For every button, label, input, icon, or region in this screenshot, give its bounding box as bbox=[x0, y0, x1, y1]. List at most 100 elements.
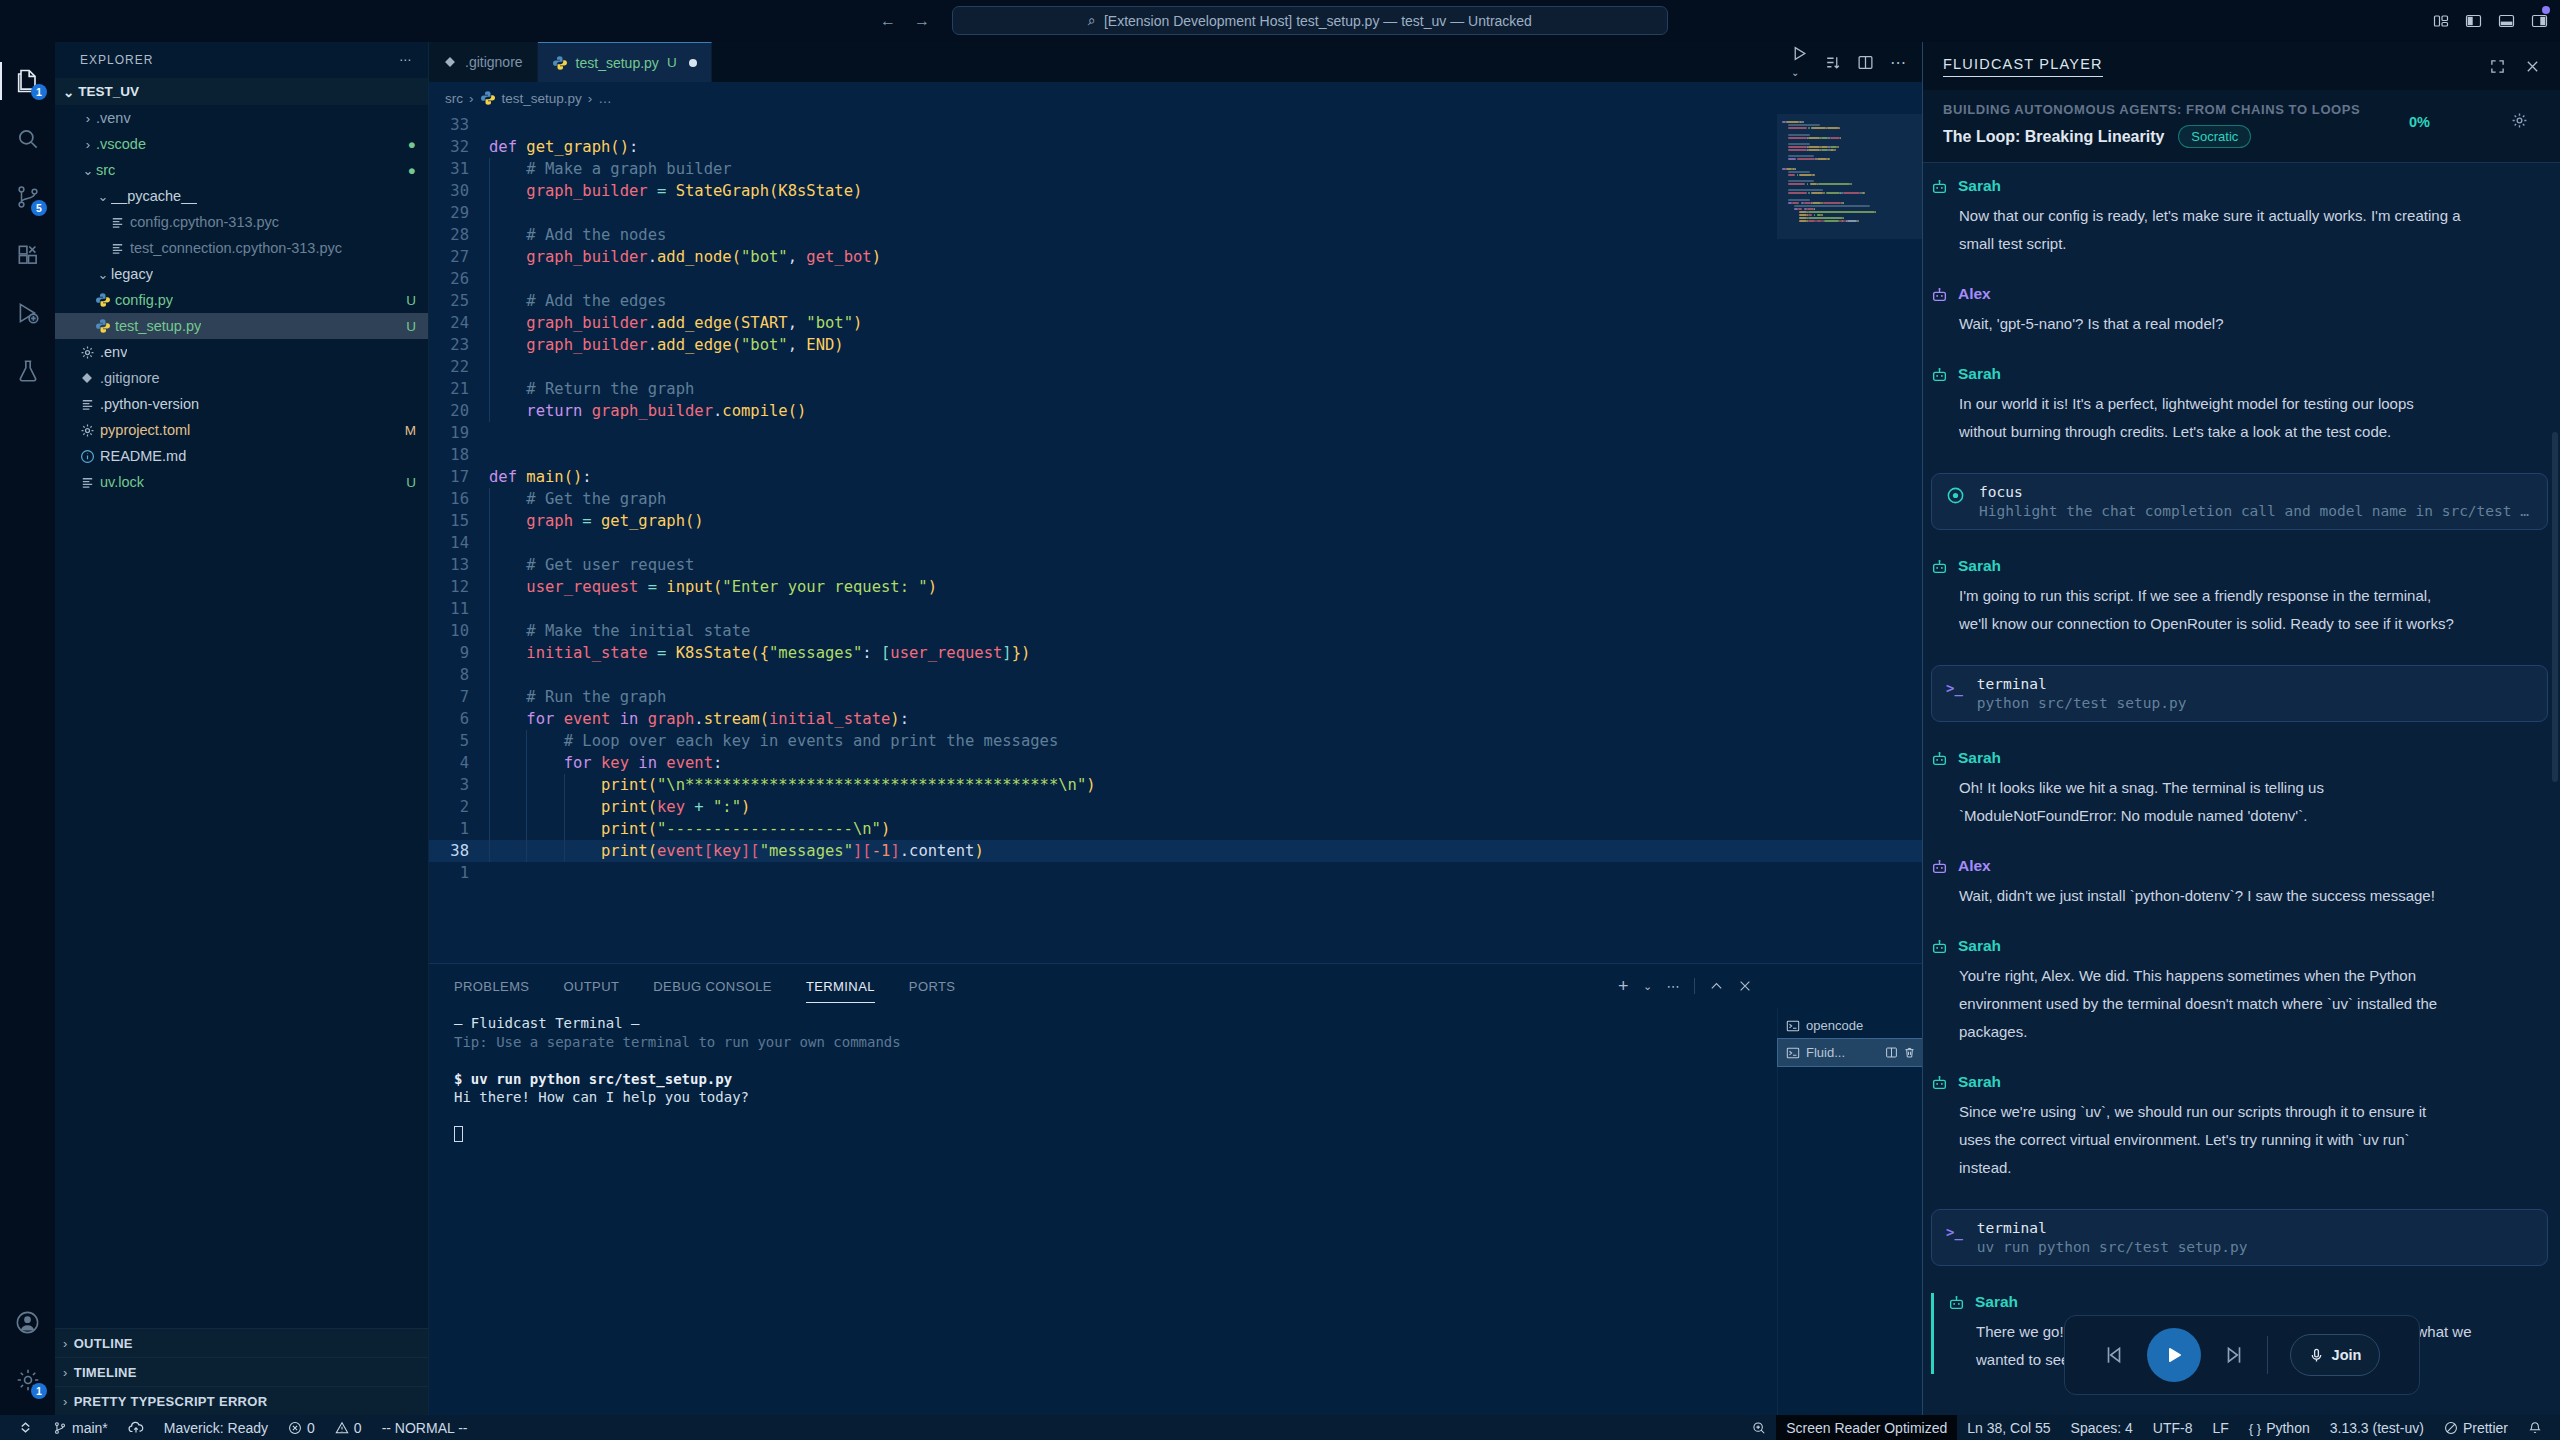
status-lf[interactable]: LF bbox=[2202, 1415, 2238, 1440]
status-maverick-ready[interactable]: Maverick: Ready bbox=[154, 1415, 278, 1440]
join-button[interactable]: Join bbox=[2290, 1334, 2381, 1376]
speaker-name: Sarah bbox=[1958, 1073, 2001, 1091]
status-screen-reader-optimized[interactable]: Screen Reader Optimized bbox=[1776, 1415, 1957, 1440]
split-diff-icon[interactable] bbox=[1824, 54, 1841, 71]
status-bell[interactable] bbox=[2518, 1415, 2552, 1440]
activity-gear-icon[interactable]: 1 bbox=[0, 1351, 55, 1409]
file-config.cpython-313.pyc[interactable]: config.cpython-313.pyc bbox=[55, 209, 428, 235]
status-zoomin[interactable] bbox=[1742, 1415, 1776, 1440]
breadcrumb[interactable]: src›test_setup.py›… bbox=[429, 82, 1922, 114]
transcript-message[interactable]: AlexWait, 'gpt-5-nano'? Is that a real m… bbox=[1931, 285, 2548, 338]
action-card-terminal[interactable]: >_terminalpython src/test_setup.py bbox=[1931, 665, 2548, 722]
panel-tab-output[interactable]: OUTPUT bbox=[563, 964, 619, 1008]
transcript-message[interactable]: SarahYou're right, Alex. We did. This ha… bbox=[1931, 937, 2548, 1046]
tab-test_setup.py[interactable]: test_setup.pyU bbox=[538, 42, 712, 82]
file-legacy[interactable]: ⌄legacy bbox=[55, 261, 428, 287]
more-actions-icon[interactable]: ⋯ bbox=[1890, 53, 1906, 72]
scrollbar-thumb[interactable] bbox=[2552, 432, 2558, 782]
status--normal-[interactable]: -- NORMAL -- bbox=[372, 1415, 478, 1440]
activity-extensions-icon[interactable] bbox=[0, 226, 55, 284]
activity-beaker-icon[interactable] bbox=[0, 342, 55, 400]
mode-badge: Socratic bbox=[2178, 125, 2251, 148]
transcript-message[interactable]: SarahNow that our config is ready, let's… bbox=[1931, 177, 2548, 258]
transcript-message[interactable]: AlexWait, didn't we just install `python… bbox=[1931, 857, 2548, 910]
fluidcast-player-panel: FLUIDCAST PLAYER BUILDING AUTONOMOUS AGE… bbox=[1922, 42, 2560, 1415]
status-prettier[interactable]: Prettier bbox=[2434, 1415, 2518, 1440]
panel-bottom-icon[interactable] bbox=[2498, 13, 2515, 29]
status-0[interactable]: 0 bbox=[325, 1415, 372, 1440]
status-cloudup[interactable] bbox=[118, 1415, 154, 1440]
file-pyproject.toml[interactable]: pyproject.tomlM bbox=[55, 417, 428, 443]
panel-right-icon[interactable] bbox=[2531, 13, 2548, 29]
skip-forward-icon[interactable] bbox=[2223, 1344, 2245, 1366]
section-timeline[interactable]: ›TIMELINE bbox=[55, 1357, 428, 1386]
play-button[interactable] bbox=[2147, 1328, 2201, 1382]
file-.gitignore[interactable]: .gitignore bbox=[55, 365, 428, 391]
command-center[interactable]: ⌕ [Extension Development Host] test_setu… bbox=[952, 6, 1668, 35]
panel-tab-terminal[interactable]: TERMINAL bbox=[806, 964, 875, 1008]
transcript-message[interactable]: SarahOh! It looks like we hit a snag. Th… bbox=[1931, 749, 2548, 830]
panel-tab-debug-console[interactable]: DEBUG CONSOLE bbox=[653, 964, 772, 1008]
forward-icon[interactable]: → bbox=[914, 12, 930, 30]
terminal-instance-Fluid...[interactable]: Fluid... bbox=[1778, 1039, 1922, 1066]
file-README.md[interactable]: README.md bbox=[55, 443, 428, 469]
tab-.gitignore[interactable]: .gitignore bbox=[429, 42, 538, 82]
file-.python-version[interactable]: .python-version bbox=[55, 391, 428, 417]
transcript-message[interactable]: SarahSince we're using `uv`, we should r… bbox=[1931, 1073, 2548, 1182]
status-0[interactable]: 0 bbox=[278, 1415, 325, 1440]
maximize-panel-icon[interactable] bbox=[1709, 979, 1724, 994]
transcript[interactable]: SarahNow that our config is ready, let's… bbox=[1923, 163, 2560, 1415]
back-icon[interactable]: ← bbox=[880, 12, 896, 30]
file-src[interactable]: ⌄src● bbox=[55, 157, 428, 183]
status-remote[interactable] bbox=[8, 1415, 43, 1440]
activity-debug-icon[interactable] bbox=[0, 284, 55, 342]
panel-left-icon[interactable] bbox=[2465, 13, 2482, 29]
status-ln-38-col-55[interactable]: Ln 38, Col 55 bbox=[1957, 1415, 2060, 1440]
status-spaces-4[interactable]: Spaces: 4 bbox=[2061, 1415, 2143, 1440]
skip-back-icon[interactable] bbox=[2103, 1344, 2125, 1366]
split-editor-icon[interactable] bbox=[1857, 54, 1874, 71]
status-3-13-3-test-uv-[interactable]: 3.13.3 (test-uv) bbox=[2320, 1415, 2434, 1440]
panel-tab-problems[interactable]: PROBLEMS bbox=[454, 964, 529, 1008]
action-card-terminal[interactable]: >_terminaluv run python src/test_setup.p… bbox=[1931, 1209, 2548, 1266]
code-editor[interactable]: 3332def get_graph():31 # Make a graph bu… bbox=[429, 114, 1922, 963]
status-python[interactable]: { }Python bbox=[2239, 1415, 2320, 1440]
terminal-instance-opencode[interactable]: opencode bbox=[1778, 1012, 1922, 1039]
file-test_connection.cpython-313.pyc[interactable]: test_connection.cpython-313.pyc bbox=[55, 235, 428, 261]
status-main-[interactable]: main* bbox=[43, 1415, 118, 1440]
section-outline[interactable]: ›OUTLINE bbox=[55, 1328, 428, 1357]
code-line: 31 # Make a graph builder bbox=[429, 158, 1922, 180]
run-icon[interactable]: ⌄ bbox=[1791, 45, 1808, 80]
activity-account-icon[interactable] bbox=[0, 1293, 55, 1351]
chevron-down-icon[interactable]: ⌄ bbox=[1643, 980, 1653, 993]
status-utf-8[interactable]: UTF-8 bbox=[2143, 1415, 2203, 1440]
transcript-message[interactable]: SarahI'm going to run this script. If we… bbox=[1931, 557, 2548, 638]
panel-tab-ports[interactable]: PORTS bbox=[909, 964, 956, 1008]
minimap[interactable] bbox=[1782, 114, 1907, 963]
file-__pycache__[interactable]: ⌄__pycache__ bbox=[55, 183, 428, 209]
episode-header: BUILDING AUTONOMOUS AGENTS: FROM CHAINS … bbox=[1923, 90, 2560, 163]
explorer-more-icon[interactable]: ⋯ bbox=[399, 53, 412, 67]
file-.vscode[interactable]: ›.vscode● bbox=[55, 131, 428, 157]
file-test_setup.py[interactable]: test_setup.pyU bbox=[55, 313, 428, 339]
activity-search-icon[interactable] bbox=[0, 110, 55, 168]
file-.venv[interactable]: ›.venv bbox=[55, 105, 428, 131]
file-.env[interactable]: .env bbox=[55, 339, 428, 365]
file-uv.lock[interactable]: uv.lockU bbox=[55, 469, 428, 495]
section-pretty-typescript-error[interactable]: ›PRETTY TYPESCRIPT ERROR bbox=[55, 1386, 428, 1415]
close-panel-icon[interactable] bbox=[1738, 979, 1752, 993]
terminal-content[interactable]: — Fluidcast Terminal —Tip: Use a separat… bbox=[429, 1008, 1777, 1415]
layout-icon[interactable] bbox=[2433, 13, 2449, 29]
action-card-focus[interactable]: focusHighlight the chat completion call … bbox=[1931, 473, 2548, 530]
workspace-root[interactable]: ⌄ TEST_UV bbox=[55, 78, 428, 105]
close-icon[interactable] bbox=[2525, 59, 2540, 74]
expand-icon[interactable] bbox=[2490, 59, 2505, 74]
file-config.py[interactable]: config.pyU bbox=[55, 287, 428, 313]
transcript-message[interactable]: SarahIn our world it is! It's a perfect,… bbox=[1931, 365, 2548, 446]
activity-files-icon[interactable]: 1 bbox=[0, 52, 55, 110]
new-terminal-icon[interactable]: + bbox=[1618, 976, 1629, 997]
editor-tabs: .gitignoretest_setup.pyU ⌄ ⋯ bbox=[429, 42, 1922, 82]
more-icon[interactable]: ⋯ bbox=[1667, 979, 1680, 994]
activity-scm-icon[interactable]: 5 bbox=[0, 168, 55, 226]
gear-icon[interactable] bbox=[2511, 112, 2528, 129]
